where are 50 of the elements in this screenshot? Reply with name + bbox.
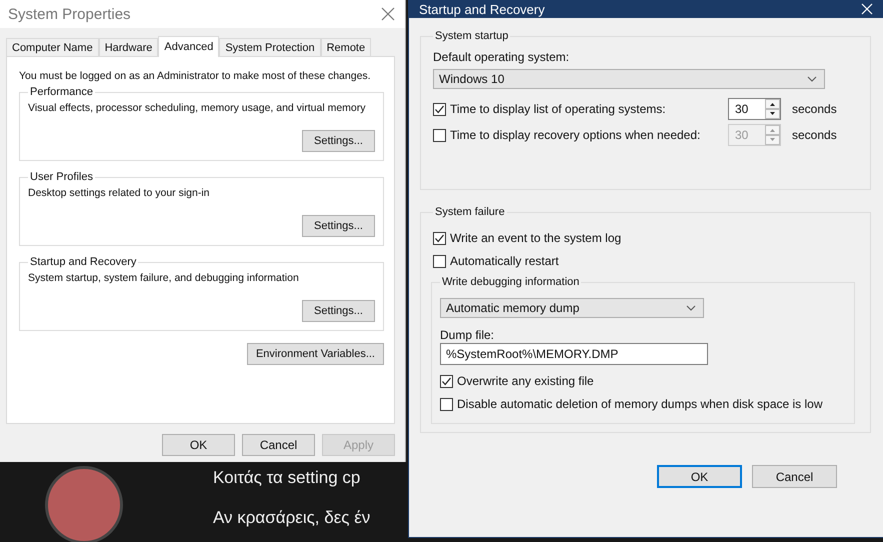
dialog-title: Startup and Recovery	[419, 2, 545, 16]
checkbox-label: Disable automatic deletion of memory dumps when disk space is low	[457, 397, 823, 411]
spin-arrows-icon[interactable]	[765, 99, 780, 119]
dialog-button[interactable]: Cancel	[752, 465, 837, 488]
checkbox[interactable]	[440, 398, 453, 410]
dialog-button[interactable]: OK	[162, 434, 235, 456]
group-title: Write debugging information	[441, 276, 580, 288]
checkbox[interactable]	[433, 254, 446, 268]
checkbox-label: Automatically restart	[450, 254, 559, 268]
checkbox[interactable]	[440, 374, 453, 388]
group-title: System failure	[434, 206, 506, 218]
tab[interactable]: Remote	[320, 38, 372, 56]
environment-variables-button[interactable]: Environment Variables...	[246, 343, 384, 365]
notice-text: You must be logged on as an Administrator to make most of these changes.	[19, 69, 372, 83]
caption-text: Αν κρασάρεις, δες έν	[213, 508, 370, 528]
tab[interactable]: Hardware	[98, 38, 158, 56]
field-label: Default operating system:	[433, 50, 570, 64]
dialog-button[interactable]: OK	[657, 465, 742, 488]
dropdown[interactable]: Automatic memory dump	[440, 298, 704, 318]
chevron-icon	[807, 76, 817, 82]
field-label: Dump file:	[440, 328, 496, 342]
checkbox-label: Write an event to the system log	[450, 231, 622, 245]
tab[interactable]: Advanced	[158, 36, 220, 57]
unit-label: seconds	[792, 102, 838, 116]
tab[interactable]: Computer Name	[6, 38, 99, 56]
group-title: Performance	[29, 86, 94, 98]
group-description: Visual effects, processor scheduling, memory usage, and virtual memory	[28, 102, 367, 114]
group-title: Startup and Recovery	[29, 256, 138, 268]
unit-label: seconds	[792, 128, 838, 142]
checkbox[interactable]	[433, 102, 446, 116]
caption-text: Κοιτάς τα setting cp	[213, 468, 362, 488]
group-title: User Profiles	[29, 171, 94, 183]
group-description: System startup, system failure, and debugging information	[28, 272, 300, 284]
settings-button[interactable]: Settings...	[302, 215, 375, 237]
input-field[interactable]: %SystemRoot%\MEMORY.DMP	[440, 343, 708, 365]
settings-button[interactable]: Settings...	[302, 130, 375, 152]
settings-button[interactable]: Settings...	[302, 300, 375, 322]
chevron-icon	[686, 305, 696, 311]
dropdown[interactable]: Windows 10	[433, 69, 825, 89]
number-field[interactable]: 30	[728, 98, 781, 120]
checkbox[interactable]	[433, 232, 446, 244]
checkbox[interactable]	[433, 128, 446, 142]
checkbox-label: Time to display list of operating systems:	[450, 102, 666, 116]
tab[interactable]: System Protection	[219, 38, 321, 56]
group-title: System startup	[434, 30, 510, 42]
dialog-button[interactable]: Cancel	[242, 434, 315, 456]
group-description: Desktop settings related to your sign-in	[28, 187, 211, 199]
window-title: System Properties	[8, 6, 131, 22]
checkbox-label: Overwrite any existing file	[457, 374, 594, 388]
checkbox-label: Time to display recovery options when needed:	[450, 128, 700, 142]
